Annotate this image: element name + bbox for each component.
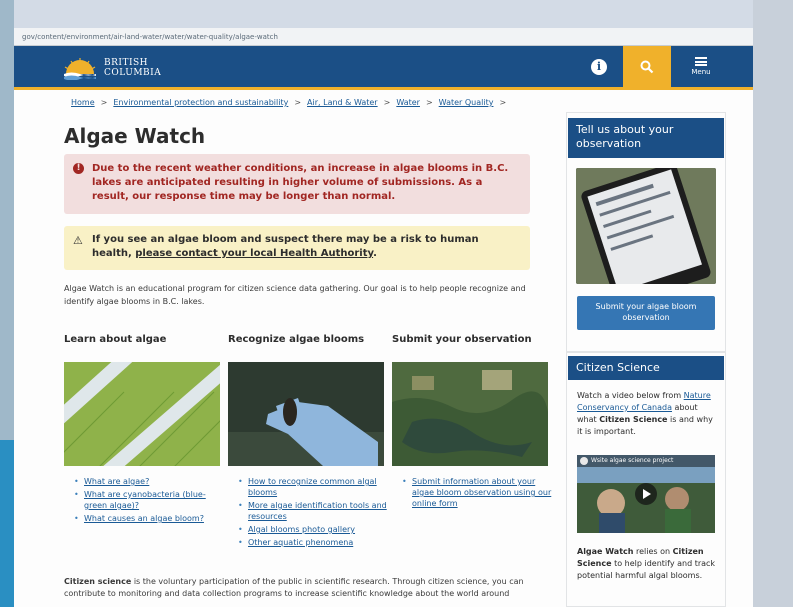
menu-button[interactable]: Menu [673, 46, 729, 87]
breadcrumb-separator: > [499, 98, 507, 107]
learn-about-algae-heading: Learn about algae [64, 334, 167, 345]
search-icon [640, 60, 654, 73]
health-warning-end: . [373, 248, 377, 259]
video-intro-text: Watch a video below from [577, 391, 684, 400]
menu-label: Menu [691, 68, 711, 76]
breadcrumb-separator: > [383, 98, 391, 107]
citizen-science-video[interactable]: Wsite algae science project [577, 455, 715, 533]
hamburger-icon [695, 57, 707, 66]
algae-watch-bold: Algae Watch [577, 547, 634, 556]
page-title: Algae Watch [64, 124, 206, 148]
citizen-science-card-title: Citizen Science [568, 356, 724, 380]
what-causes-bloom-link[interactable]: What causes an algae bloom? [84, 514, 204, 523]
bc-sun-logo-icon[interactable] [62, 56, 98, 80]
health-warning: ⚠ If you see an algae bloom and suspect … [64, 226, 530, 270]
intro-paragraph: Algae Watch is an educational program fo… [64, 284, 526, 306]
alert-danger-icon: ! [73, 163, 84, 174]
address-bar[interactable]: gov/content/environment/air-land-water/w… [14, 28, 753, 46]
footer-text-mid: relies on [633, 547, 673, 556]
aerial-lake-image[interactable] [392, 362, 548, 466]
info-icon: i [591, 58, 607, 75]
weather-alert: ! Due to the recent weather conditions, … [64, 154, 530, 214]
health-authority-link[interactable]: please contact your local Health Authori… [135, 248, 373, 259]
observation-card-title: Tell us about your observation [568, 118, 724, 158]
recognize-algae-blooms-heading: Recognize algae blooms [228, 334, 365, 345]
search-button[interactable] [623, 46, 671, 87]
list-item: What causes an algae bloom? [74, 513, 224, 524]
breadcrumb-water-quality[interactable]: Water Quality [439, 98, 494, 107]
citizen-science-bold: Citizen Science [599, 415, 668, 424]
what-are-cyanobacteria-link[interactable]: What are cyanobacteria (blue-green algae… [84, 490, 206, 510]
play-icon[interactable] [634, 482, 658, 506]
citizen-science-paragraph: Citizen science is the voluntary partici… [64, 576, 544, 600]
breadcrumb-water[interactable]: Water [396, 98, 420, 107]
identification-tools-link[interactable]: More algae identification tools and reso… [248, 501, 387, 521]
citizen-science-term: Citizen science [64, 577, 132, 586]
list-item: Submit information about your algae bloo… [402, 476, 552, 509]
brand-line-2: COLUMBIA [104, 68, 162, 78]
list-item: What are cyanobacteria (blue-green algae… [74, 489, 224, 511]
breadcrumb: Home > Environmental protection and sustai… [71, 98, 512, 107]
breadcrumb-environmental-protection[interactable]: Environmental protection and sustainabil… [113, 98, 288, 107]
submit-observation-button[interactable]: Submit your algae bloom observation [577, 296, 715, 330]
submit-observation-form-link[interactable]: Submit information about your algae bloo… [412, 477, 551, 508]
brand-line-1: BRITISH [104, 58, 149, 68]
breadcrumb-separator: > [100, 98, 108, 107]
photo-frame-right [753, 0, 793, 607]
other-aquatic-phenomena-link[interactable]: Other aquatic phenomena [248, 538, 353, 547]
breadcrumb-air-land-water[interactable]: Air, Land & Water [307, 98, 378, 107]
breadcrumb-separator: > [425, 98, 433, 107]
citizen-science-video-intro: Watch a video below from Nature Conserva… [577, 390, 717, 438]
brand-wordmark[interactable]: BRITISH COLUMBIA [104, 58, 161, 78]
list-item: Algal blooms photo gallery [238, 524, 388, 535]
algae-closeup-image[interactable] [64, 362, 220, 466]
citizen-science-text: is the voluntary participation of the pu… [64, 577, 524, 598]
recognize-common-blooms-link[interactable]: How to recognize common algal blooms [248, 477, 377, 497]
list-item: Other aquatic phenomena [238, 537, 388, 548]
breadcrumb-separator: > [294, 98, 302, 107]
tablet-form-image[interactable] [576, 168, 716, 284]
warning-triangle-icon: ⚠ [73, 234, 83, 247]
video-title: Wsite algae science project [591, 457, 674, 464]
list-item: How to recognize common algal blooms [238, 476, 388, 498]
site-header: BRITISH COLUMBIA i Menu [14, 46, 753, 90]
photo-frame-left [0, 0, 14, 607]
recognize-links-list: How to recognize common algal blooms Mor… [238, 476, 388, 550]
breadcrumb-home[interactable]: Home [71, 98, 95, 107]
page-content: Home > Environmental protection and sustai… [14, 90, 753, 607]
info-button[interactable]: i [577, 46, 621, 87]
url-text: gov/content/environment/air-land-water/w… [22, 33, 278, 41]
list-item: More algae identification tools and reso… [238, 500, 388, 522]
photo-frame-top [0, 0, 793, 28]
learn-links-list: What are algae? What are cyanobacteria (… [74, 476, 224, 526]
what-are-algae-link[interactable]: What are algae? [84, 477, 149, 486]
weather-alert-text: Due to the recent weather conditions, an… [92, 163, 509, 202]
gloved-hand-image[interactable] [228, 362, 384, 466]
list-item: What are algae? [74, 476, 224, 487]
photo-gallery-link[interactable]: Algal blooms photo gallery [248, 525, 355, 534]
submit-observation-heading: Submit your observation [392, 334, 532, 345]
citizen-science-footer-text: Algae Watch relies on Citizen Science to… [577, 546, 717, 582]
submit-links-list: Submit information about your algae bloo… [402, 476, 552, 511]
